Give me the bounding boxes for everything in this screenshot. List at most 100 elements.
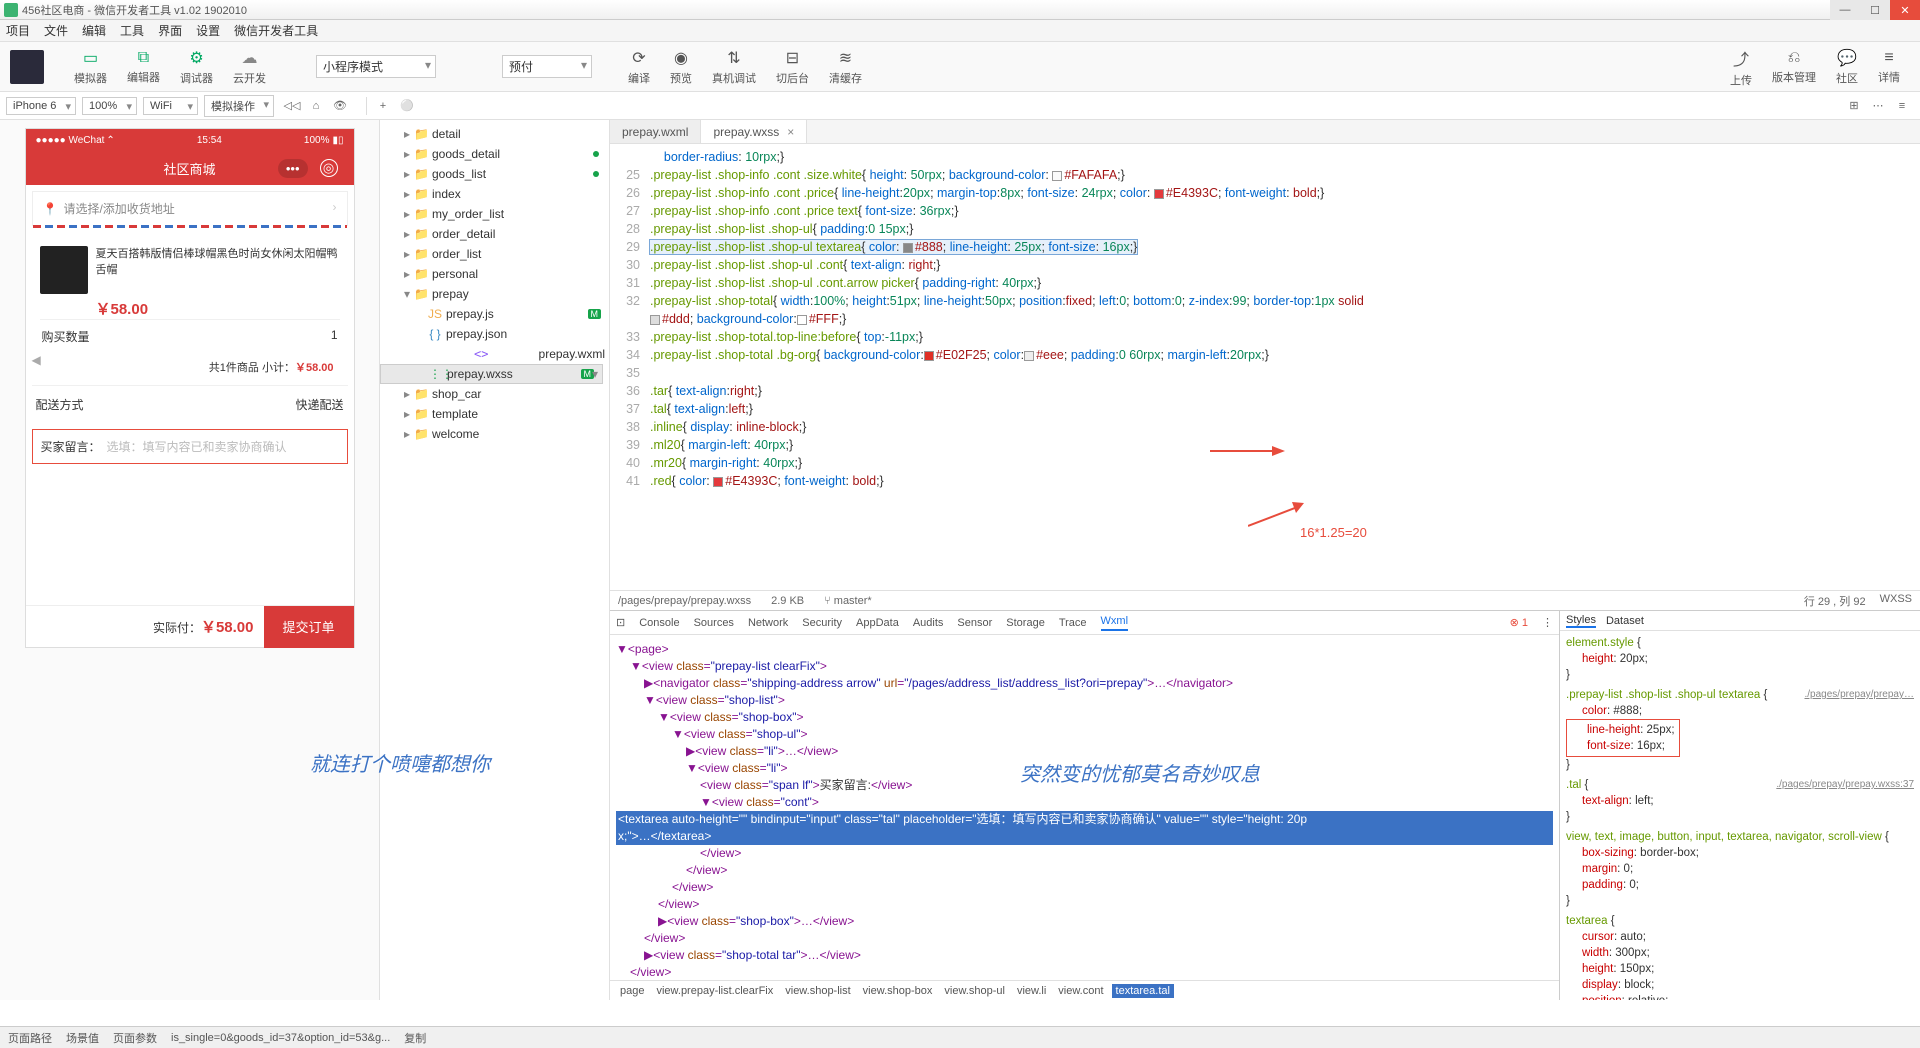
message-box[interactable]: 买家留言： 选填：填写内容已和卖家协商确认: [32, 429, 348, 464]
devtab[interactable]: Network: [748, 617, 788, 629]
menu-item[interactable]: 编辑: [82, 22, 106, 39]
wxml-tree[interactable]: ▼<page> ▼<view class="prepay-list clearF…: [610, 635, 1559, 980]
more-icon[interactable]: ⋯: [1867, 96, 1889, 116]
eye-icon[interactable]: 👁: [329, 96, 351, 116]
version-button[interactable]: ⎌版本管理: [1772, 49, 1816, 85]
bottom-statusbar: 页面路径 场景值 页面参数 is_single=0&goods_id=37&op…: [0, 1026, 1920, 1048]
tab-prepay-wxss[interactable]: prepay.wxss×: [701, 120, 807, 143]
background-button[interactable]: ⊟切后台: [776, 48, 809, 86]
battery-label: 100%: [304, 135, 330, 146]
tab-prepay-wxml[interactable]: prepay.wxml: [610, 120, 701, 143]
add-file-icon[interactable]: +: [372, 96, 394, 116]
mode-select[interactable]: 小程序模式: [316, 55, 436, 78]
network-select[interactable]: WiFi: [143, 97, 198, 115]
clear-cache-button[interactable]: ≋清缓存: [829, 48, 862, 86]
tab-dataset[interactable]: Dataset: [1606, 615, 1644, 627]
product-price: ￥58.00: [96, 298, 340, 319]
cloud-button[interactable]: ☁云开发: [233, 48, 266, 86]
editor-tabs: prepay.wxml prepay.wxss×: [610, 120, 1920, 144]
compile-button[interactable]: ⟳编译: [628, 48, 650, 86]
code-editor[interactable]: border-radius: 10rpx;} 25.prepay-list .s…: [610, 144, 1920, 590]
tree-node-welcome[interactable]: ▸📁welcome: [380, 424, 609, 444]
tree-node-goods_detail[interactable]: ▸📁goods_detail: [380, 144, 609, 164]
tree-node-index[interactable]: ▸📁index: [380, 184, 609, 204]
tree-node-order_list[interactable]: ▸📁order_list: [380, 244, 609, 264]
menu-item[interactable]: 设置: [196, 22, 220, 39]
tab-styles[interactable]: Styles: [1566, 614, 1596, 628]
styles-content[interactable]: element.style {height: 20px;} ./pages/pr…: [1560, 631, 1920, 1000]
menu-item[interactable]: 工具: [120, 22, 144, 39]
menu-item[interactable]: 微信开发者工具: [234, 22, 318, 39]
devtab[interactable]: Security: [802, 617, 842, 629]
devtab[interactable]: Console: [639, 617, 679, 629]
status-bar: ●●●●● WeChat⌃ 15:54 100%▮▯: [26, 129, 354, 151]
tree-node-prepay.wxml[interactable]: <>prepay.wxml: [380, 344, 609, 364]
simulator-button[interactable]: ▭模拟器: [74, 48, 107, 86]
styles-panel: Styles Dataset element.style {height: 20p…: [1560, 611, 1920, 1000]
tree-node-goods_list[interactable]: ▸📁goods_list: [380, 164, 609, 184]
tree-node-detail[interactable]: ▸📁detail: [380, 124, 609, 144]
detail-button[interactable]: ≡详情: [1878, 49, 1900, 85]
carrier-label: ●●●●● WeChat: [36, 135, 105, 146]
time-label: 15:54: [115, 135, 304, 146]
upload-button[interactable]: ⤴上传: [1730, 46, 1752, 88]
git-branch: master*: [834, 595, 872, 607]
window-title: 456社区电商 - 微信开发者工具 v1.02 1902010: [22, 2, 247, 18]
sub-toolbar: iPhone 6 100% WiFi 模拟操作 ◁◁ ⌂ 👁 + ⚪ ⊞ ⋯ ≡: [0, 92, 1920, 120]
tree-node-my_order_list[interactable]: ▸📁my_order_list: [380, 204, 609, 224]
tree-node-prepay[interactable]: ▾📁prepay: [380, 284, 609, 304]
menu-item[interactable]: 项目: [6, 22, 30, 39]
product-image: [40, 246, 88, 294]
address-picker[interactable]: 📍请选择/添加收货地址 ›: [32, 191, 348, 226]
devtab[interactable]: Sensor: [957, 617, 992, 629]
qty-label: 购买数量: [42, 328, 90, 345]
window-titlebar: 456社区电商 - 微信开发者工具 v1.02 1902010 — ☐ ✕: [0, 0, 1920, 20]
split-icon[interactable]: ⊞: [1843, 96, 1865, 116]
menu-item[interactable]: 文件: [44, 22, 68, 39]
window-close[interactable]: ✕: [1890, 0, 1920, 20]
menu-dots-icon[interactable]: •••: [278, 159, 308, 178]
devtools-more-icon[interactable]: ⋮: [1542, 616, 1553, 629]
settings-icon[interactable]: ≡: [1891, 96, 1913, 116]
inspect-icon[interactable]: ⊡: [616, 616, 625, 629]
address-placeholder: 请选择/添加收货地址: [63, 202, 174, 216]
remote-debug-button[interactable]: ⇅真机调试: [712, 48, 756, 86]
preview-button[interactable]: ◉预览: [670, 48, 692, 86]
search-icon[interactable]: ⚪: [396, 96, 418, 116]
tree-node-prepay.js[interactable]: JSprepay.jsM: [380, 304, 609, 324]
devtab[interactable]: Storage: [1006, 617, 1045, 629]
tree-node-prepay.wxss[interactable]: ⋮⋮prepay.wxssM: [380, 364, 603, 384]
scene-label[interactable]: 场景值: [66, 1030, 99, 1046]
tree-node-personal[interactable]: ▸📁personal: [380, 264, 609, 284]
menu-item[interactable]: 界面: [158, 22, 182, 39]
devtab[interactable]: Sources: [694, 617, 734, 629]
tree-node-template[interactable]: ▸📁template: [380, 404, 609, 424]
devtab[interactable]: AppData: [856, 617, 899, 629]
back-icon[interactable]: ◁◁: [281, 96, 303, 116]
editor-button[interactable]: ⧉编辑器: [127, 49, 160, 85]
submit-button[interactable]: 提交订单: [264, 606, 354, 648]
device-select[interactable]: iPhone 6: [6, 97, 76, 115]
zoom-select[interactable]: 100%: [82, 97, 137, 115]
target-icon[interactable]: ◎: [320, 159, 338, 177]
close-icon[interactable]: ×: [787, 125, 794, 139]
devtab[interactable]: Audits: [913, 617, 944, 629]
page-path-label[interactable]: 页面路径: [8, 1030, 52, 1046]
mock-select[interactable]: 模拟操作: [204, 95, 274, 117]
devtab-wxml[interactable]: Wxml: [1101, 615, 1129, 631]
window-maximize[interactable]: ☐: [1860, 0, 1890, 20]
debugger-button[interactable]: ⚙调试器: [180, 48, 213, 86]
community-button[interactable]: 💬社区: [1836, 48, 1858, 86]
breadcrumb[interactable]: pageview.prepay-list.clearFixview.shop-l…: [610, 980, 1559, 1000]
window-minimize[interactable]: —: [1830, 0, 1860, 20]
tree-node-shop_car[interactable]: ▸📁shop_car: [380, 384, 609, 404]
total-price: ￥58.00: [201, 619, 254, 636]
watermark: 突然变的忧郁莫名奇妙叹息: [1020, 758, 1260, 787]
compile-select[interactable]: 预付: [502, 55, 592, 78]
avatar[interactable]: [10, 50, 44, 84]
copy-button[interactable]: 复制: [404, 1030, 426, 1046]
tree-node-order_detail[interactable]: ▸📁order_detail: [380, 224, 609, 244]
shipping-value: 快递配送: [295, 396, 343, 413]
devtab[interactable]: Trace: [1059, 617, 1087, 629]
home-icon[interactable]: ⌂: [305, 96, 327, 116]
